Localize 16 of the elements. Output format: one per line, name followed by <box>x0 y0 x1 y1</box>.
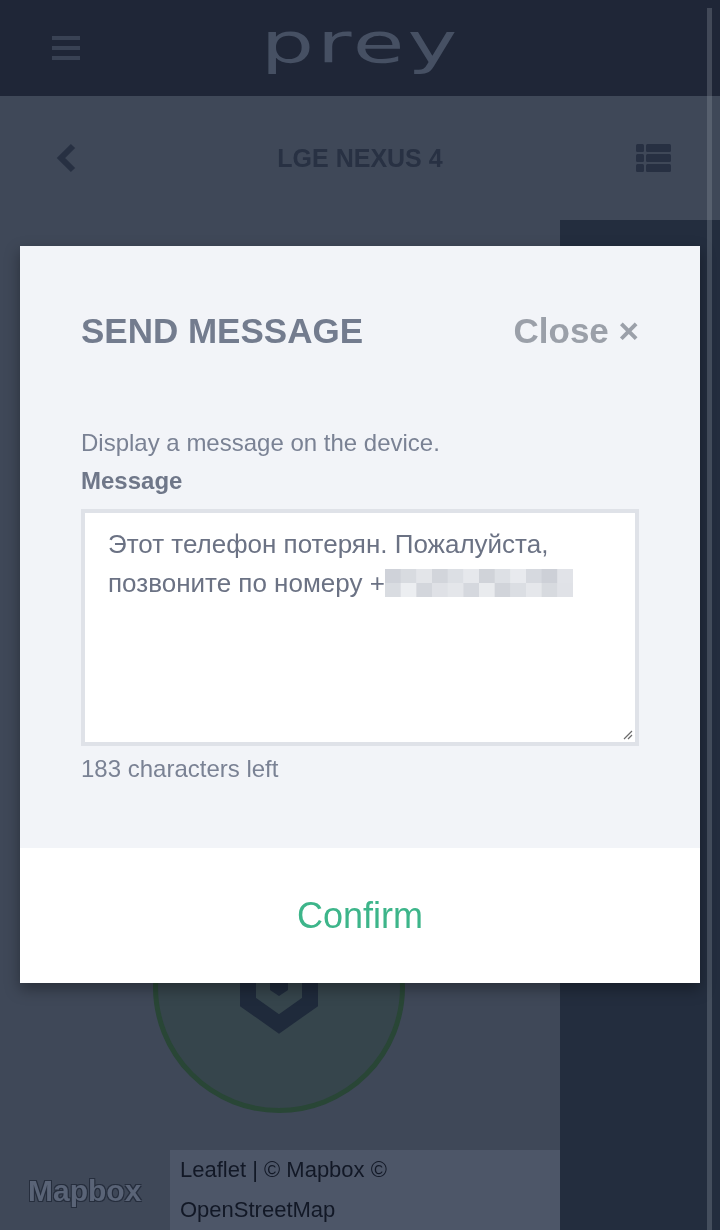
menu-button[interactable] <box>52 36 80 60</box>
dialog-title: SEND MESSAGE <box>81 313 363 349</box>
map-attribution: Leaflet | © Mapbox © OpenStreetMap <box>180 1156 388 1224</box>
confirm-button[interactable]: Confirm <box>297 893 423 938</box>
back-button[interactable] <box>54 143 78 173</box>
close-button[interactable]: Close × <box>513 313 639 349</box>
message-field[interactable]: Этот телефон потерян. Пожалуйста, позвоните по номеру + <box>81 509 639 746</box>
list-view-button[interactable] <box>636 144 671 172</box>
dialog-description: Display a message on the device. <box>81 428 441 458</box>
list-icon <box>636 144 671 172</box>
field-label: Message <box>81 466 184 496</box>
characters-left-counter: 183 characters left <box>81 754 280 784</box>
chevron-left-icon <box>54 143 78 173</box>
shield-icon <box>240 980 318 1036</box>
scrollbar[interactable] <box>707 8 712 1230</box>
resize-grip-icon[interactable] <box>623 730 633 740</box>
